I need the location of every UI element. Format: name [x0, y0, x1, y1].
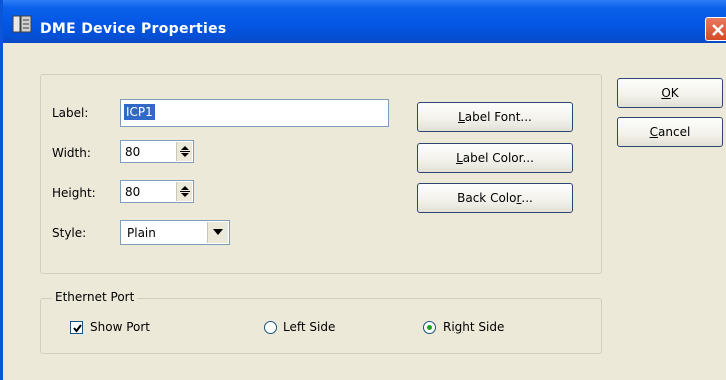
- ok-button[interactable]: OK: [617, 78, 723, 108]
- close-button[interactable]: [705, 17, 726, 41]
- width-value: 80: [125, 145, 141, 159]
- right-side-label[interactable]: Right Side: [443, 320, 504, 334]
- back-color-button[interactable]: Back Color...: [417, 183, 573, 213]
- style-dropdown-button[interactable]: [207, 222, 228, 243]
- show-port-label[interactable]: Show Port: [90, 320, 150, 334]
- label-input[interactable]: ICP1: [120, 99, 389, 127]
- spin-arrows-icon: [180, 146, 190, 157]
- width-caption: Width:: [52, 146, 91, 160]
- style-caption: Style:: [52, 226, 87, 240]
- window-title: DME Device Properties: [40, 21, 227, 37]
- height-stepper[interactable]: 80: [120, 180, 194, 203]
- cancel-button[interactable]: Cancel: [617, 117, 723, 147]
- checkmark-icon: [73, 324, 82, 333]
- left-side-radio[interactable]: [264, 321, 277, 334]
- height-value: 80: [125, 185, 141, 199]
- style-dropdown[interactable]: Plain: [120, 220, 230, 245]
- height-spin-buttons[interactable]: [176, 182, 192, 201]
- label-input-value: ICP1: [124, 104, 155, 120]
- style-selected-value: Plain: [127, 226, 156, 240]
- radio-selected-dot: [427, 325, 432, 330]
- show-port-checkbox[interactable]: [70, 321, 83, 334]
- title-bar[interactable]: DME Device Properties: [3, 0, 726, 43]
- right-side-radio[interactable]: [423, 321, 436, 334]
- width-spin-buttons[interactable]: [176, 142, 192, 161]
- chevron-down-icon: [213, 229, 223, 235]
- label-caption: Label:: [52, 106, 89, 120]
- close-icon: [712, 24, 724, 36]
- height-caption: Height:: [52, 186, 96, 200]
- dialog-window: DME Device Properties Label: ICP1 Width:…: [0, 0, 726, 380]
- ethernet-port-group-title: Ethernet Port: [52, 290, 138, 304]
- left-side-label[interactable]: Left Side: [283, 320, 335, 334]
- width-stepper[interactable]: 80: [120, 140, 194, 163]
- label-color-button[interactable]: Label Color...: [417, 143, 573, 173]
- spin-arrows-icon: [180, 186, 190, 197]
- dme-app-icon: [12, 15, 32, 33]
- label-font-button[interactable]: Label Font...: [417, 102, 573, 132]
